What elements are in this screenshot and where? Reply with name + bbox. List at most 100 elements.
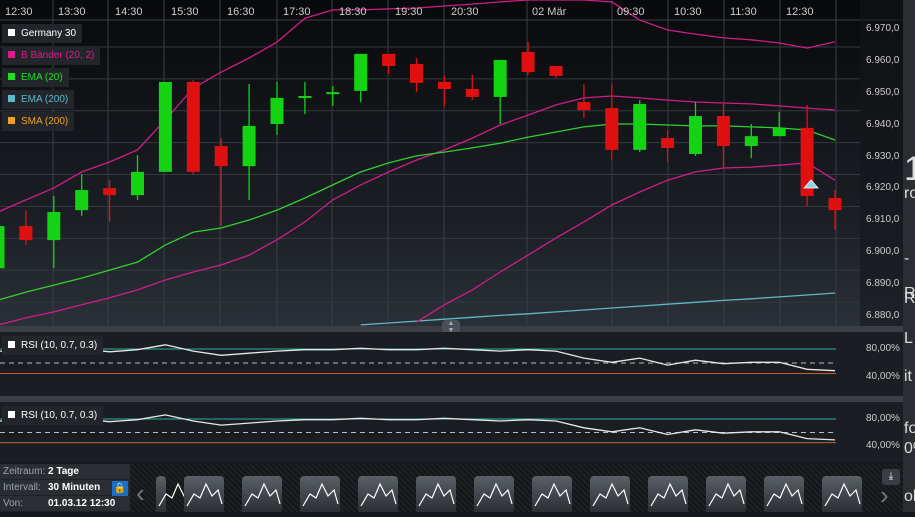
indicator-thumbnail[interactable]	[532, 476, 572, 512]
candle[interactable]	[326, 86, 340, 106]
candle[interactable]	[800, 104, 814, 206]
legend-swatch	[8, 95, 15, 102]
rsi-plot-1	[0, 344, 836, 374]
time-axis-label: 12:30	[5, 6, 33, 18]
rsi-legend[interactable]: RSI (10, 0.7, 0.3)	[2, 406, 104, 425]
price-chart[interactable]: 12:30 13:30 14:30 15:30 16:30 17:30 18:30 19:30…	[0, 0, 903, 326]
indicator-thumbnail[interactable]	[416, 476, 456, 512]
candle[interactable]	[0, 226, 5, 269]
von-value[interactable]: 01.03.12 12:30	[48, 496, 115, 512]
indicator-thumbnail[interactable]	[764, 476, 804, 512]
legend-item[interactable]: Germany 30	[2, 24, 83, 43]
price-axis-label: 6.910,0	[866, 214, 900, 226]
chevron-left-icon[interactable]: ‹	[136, 478, 145, 509]
legend-swatch	[8, 117, 15, 124]
candle[interactable]	[716, 103, 730, 169]
time-axis-label: 10:30	[674, 6, 702, 18]
indicator-thumbnail[interactable]	[706, 476, 746, 512]
candle[interactable]	[577, 83, 591, 118]
candle[interactable]	[437, 75, 451, 106]
candle[interactable]	[549, 65, 563, 79]
indicator-thumbnail[interactable]	[358, 476, 398, 512]
candle[interactable]	[158, 81, 172, 172]
bollinger-lower-line	[416, 162, 836, 323]
candle[interactable]	[410, 58, 423, 93]
time-axis-label: 18:30	[339, 6, 367, 18]
candle[interactable]	[605, 83, 619, 161]
candle[interactable]	[633, 100, 647, 153]
candle-body	[828, 198, 842, 211]
legend-label: EMA (200)	[21, 94, 69, 105]
candle[interactable]	[19, 210, 33, 245]
candle[interactable]	[131, 154, 144, 200]
price-axis-label: 6.960,0	[866, 54, 900, 66]
candle[interactable]	[493, 59, 507, 125]
intervall-label: Intervall:	[3, 482, 41, 493]
candle-body	[716, 116, 730, 147]
legend-label: RSI (10, 0.7, 0.3)	[21, 340, 98, 351]
side-panel-fragment: ol	[904, 488, 915, 505]
candle-body	[410, 64, 423, 83]
candle-body	[75, 190, 89, 211]
legend-item[interactable]: EMA (200)	[2, 90, 75, 109]
candle[interactable]	[828, 190, 842, 230]
candle[interactable]	[103, 180, 117, 222]
legend-item[interactable]: SMA (200)	[2, 112, 75, 131]
price-axis-label: 6.900,0	[866, 246, 900, 258]
candle[interactable]	[186, 80, 200, 176]
candle-body	[549, 65, 563, 76]
lock-icon[interactable]: 🔒	[112, 481, 128, 496]
rsi-axis-label: 80,00%	[866, 343, 900, 354]
indicator-thumbnail[interactable]	[474, 476, 514, 512]
side-panel-fragment: 0%	[904, 440, 915, 457]
candle[interactable]	[214, 138, 228, 227]
legend-label: B Bänder (20, 2)	[21, 50, 95, 61]
intervall-value[interactable]: 30 Minuten	[48, 480, 100, 496]
side-panel-edge: 1roRe-ReLitfo0%ol	[903, 0, 915, 512]
time-axis-label: 19:30	[395, 6, 423, 18]
rsi-axis-label: 40,00%	[866, 371, 900, 382]
rsi-legend[interactable]: RSI (10, 0.7, 0.3)	[2, 336, 104, 355]
rsi-panel-1[interactable]: RSI (10, 0.7, 0.3) 80,00% 40,00%	[0, 332, 903, 396]
download-icon[interactable]: ⤓	[882, 469, 900, 485]
indicator-thumbnail[interactable]	[300, 476, 340, 512]
candle-body	[19, 226, 33, 241]
candle-body	[382, 53, 396, 66]
candle[interactable]	[382, 53, 396, 74]
indicator-thumbnail[interactable]	[648, 476, 688, 512]
indicator-thumbnail[interactable]	[242, 476, 282, 512]
rsi-plot-2	[0, 414, 836, 444]
candle[interactable]	[270, 81, 284, 135]
candle[interactable]	[75, 174, 89, 216]
candle[interactable]	[354, 53, 368, 103]
price-axis-label: 6.970,0	[866, 23, 900, 34]
zeitraum-value[interactable]: 2 Tage	[48, 464, 79, 480]
indicator-thumbnail[interactable]	[590, 476, 630, 512]
candle[interactable]	[689, 102, 702, 156]
candlestick-plot[interactable]	[0, 0, 903, 326]
legend-label: SMA (200)	[21, 116, 69, 127]
candle[interactable]	[661, 130, 675, 162]
candle-body	[103, 188, 117, 196]
rsi-panel-2[interactable]: RSI (10, 0.7, 0.3) 80,00% 40,00%	[0, 402, 903, 462]
time-axis-label: 14:30	[115, 6, 143, 18]
indicator-thumbnail[interactable]	[184, 476, 224, 512]
legend-swatch	[8, 51, 15, 58]
price-axis-label: 6.920,0	[866, 182, 900, 194]
candle[interactable]	[242, 83, 256, 200]
candle[interactable]	[772, 111, 786, 137]
indicator-thumbnail[interactable]	[822, 476, 862, 512]
thumbnail-sparkline	[360, 482, 397, 507]
thumbnail-sparkline	[592, 482, 629, 507]
ema20-line	[0, 123, 836, 301]
legend-item[interactable]: B Bänder (20, 2)	[2, 46, 101, 65]
candle[interactable]	[298, 81, 312, 115]
indicator-thumbnail[interactable]	[156, 476, 195, 512]
rsi-axis-label: 80,00%	[866, 413, 900, 424]
candle[interactable]	[744, 124, 758, 159]
legend-item[interactable]: EMA (20)	[2, 68, 69, 87]
candle-body	[270, 97, 284, 125]
legend-label: RSI (10, 0.7, 0.3)	[21, 410, 98, 421]
candle-body	[465, 88, 479, 97]
bollinger-middle-line	[0, 95, 836, 326]
